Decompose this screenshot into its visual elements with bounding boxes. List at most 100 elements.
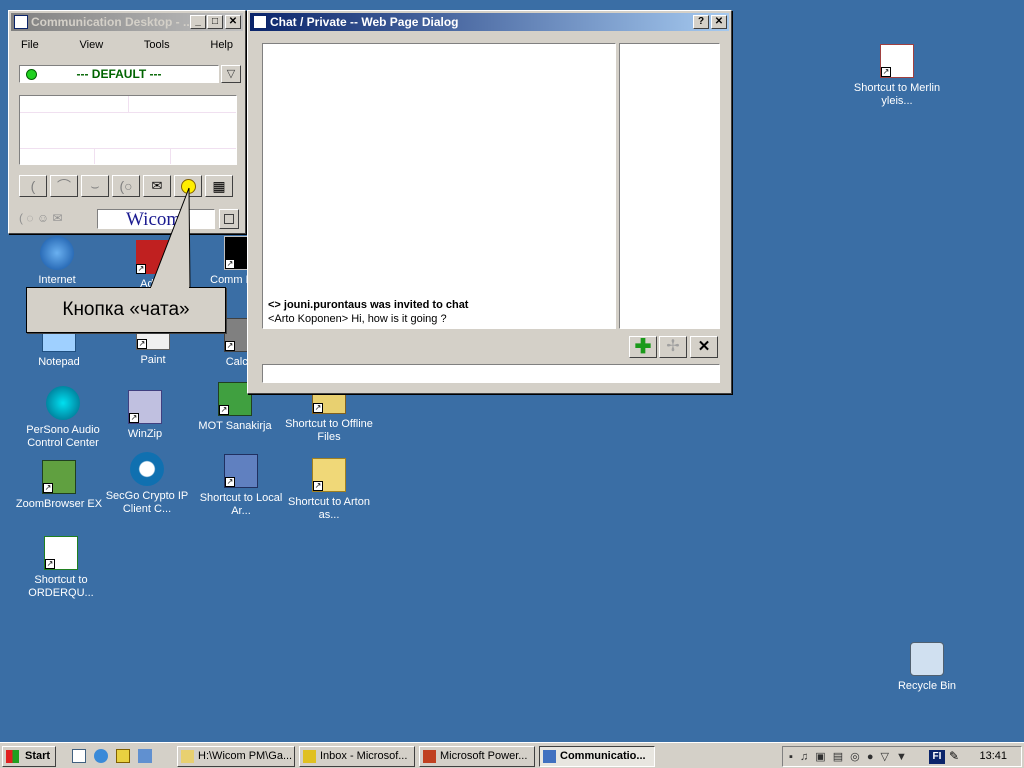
desktop-icon-arton[interactable]: ↗ Shortcut to Arton as... [284, 458, 374, 522]
taskbar-app-icon [303, 750, 316, 763]
desktop-icon-zoombrowser[interactable]: ↗ ZoomBrowser EX [14, 460, 104, 511]
desktop-icon-secgo[interactable]: SecGo Crypto IP Client C... [102, 452, 192, 516]
remove-participant-button[interactable]: ✢ [659, 336, 687, 358]
call-button[interactable]: ( [19, 175, 47, 197]
profile-dropdown-button[interactable]: ▽ [221, 65, 241, 83]
shortcut-arrow-icon: ↗ [225, 341, 235, 351]
transfer-icon: (○ [119, 178, 133, 194]
callout-text: Кнопка «чата» [62, 299, 190, 320]
chat-message: <Arto Koponen> Hi, how is it going ? [268, 312, 611, 326]
profile-select[interactable]: --- DEFAULT --- [19, 65, 219, 83]
participants-list[interactable] [619, 43, 720, 329]
taskbar-item[interactable]: H:\Wicom PM\Ga... [177, 746, 295, 767]
start-button[interactable]: Start [2, 746, 56, 767]
smiley-chat-icon [180, 179, 196, 194]
contact-list[interactable] [19, 95, 237, 165]
shortcut-arrow-icon: ↗ [136, 264, 146, 274]
chat-message-text: jouni.purontaus was invited to chat [283, 299, 469, 311]
taskbar-app-icon [181, 750, 194, 763]
status-icons: ( ◌ ☺ ✉ [19, 209, 95, 227]
outlook-launch-icon[interactable] [116, 749, 130, 763]
tray-icons: ▪ ♫ ▣ ▤ ◎ ● ▽ ▼ [789, 751, 909, 763]
taskbar-item[interactable]: Inbox - Microsof... [299, 746, 415, 767]
taskbar-item-label: Inbox - Microsof... [320, 750, 408, 762]
chat-button[interactable] [174, 175, 202, 197]
chat-message-text: Hi, how is it going ? [351, 313, 447, 325]
show-desktop-icon[interactable] [72, 749, 86, 763]
taskbar: Start H:\Wicom PM\Ga... Inbox - Microsof.… [0, 742, 1024, 768]
phone-icon: ( [30, 178, 36, 194]
taskbar-item[interactable]: Microsoft Power... [419, 746, 535, 767]
help-button[interactable]: ? [693, 15, 709, 29]
answer-button[interactable]: ⌒ [50, 175, 78, 197]
desktop-icon-orderqu[interactable]: ↗ Shortcut to ORDERQU... [16, 536, 106, 600]
shortcut-arrow-icon: ↗ [43, 483, 53, 493]
shortcut-arrow-icon: ↗ [219, 405, 229, 415]
chat-dialog: Chat / Private -- Web Page Dialog ? ✕ <>… [247, 10, 732, 394]
chat-titlebar[interactable]: Chat / Private -- Web Page Dialog ? ✕ [250, 13, 729, 31]
desktop-icon-merlin[interactable]: ↗ Shortcut to Merlin yleis... [852, 44, 942, 108]
desktop-icon-label: Shortcut to Arton as... [288, 496, 370, 521]
desktop-icon-label: Internet [38, 274, 76, 286]
resize-button[interactable] [219, 209, 239, 229]
desktop-icon-recycle[interactable]: Recycle Bin [882, 642, 972, 693]
chat-message: <> jouni.purontaus was invited to chat [268, 298, 611, 312]
grid-line [20, 112, 236, 113]
shortcut-arrow-icon: ↗ [137, 339, 147, 349]
desktop-icon-label: WinZip [127, 428, 163, 440]
chat-input[interactable] [262, 364, 720, 383]
add-participant-button[interactable]: ✚ [629, 336, 657, 358]
transfer-button[interactable]: (○ [112, 175, 140, 197]
explorer-launch-icon[interactable] [138, 749, 152, 763]
chat-message-prefix: <Arto Koponen> [268, 313, 352, 325]
recycle-icon [910, 642, 944, 676]
desktop-icon-label: Paint [140, 354, 166, 366]
taskbar-app-icon [423, 750, 436, 763]
plus-icon: ✚ [634, 336, 652, 358]
taskbar-item[interactable]: Communicatio... [539, 746, 655, 767]
chat-dialog-title: Chat / Private -- Web Page Dialog [270, 15, 459, 29]
desktop-icon-adobe[interactable]: ↗ Adob [108, 240, 198, 291]
persono-icon [46, 386, 80, 420]
brand-panel: Wicom [97, 209, 215, 229]
comm-menubar: File View Tools Help [13, 35, 241, 55]
menu-file[interactable]: File [21, 39, 39, 51]
shortcut-arrow-icon: ↗ [881, 67, 891, 77]
desktop-icon-winzip[interactable]: ↗ WinZip [100, 390, 190, 441]
adobe-icon: ↗ [136, 240, 170, 274]
phone-status-icon: ( [19, 211, 23, 225]
ie-launch-icon[interactable] [94, 749, 108, 763]
grid-line [170, 148, 171, 164]
menu-tools[interactable]: Tools [144, 39, 170, 51]
taskbar-item-label: Microsoft Power... [440, 750, 528, 762]
app-icon [14, 15, 28, 29]
desktop-icon-internet[interactable]: Internet [12, 236, 102, 287]
minimize-button[interactable]: _ [190, 15, 206, 29]
desktop-icon-localar[interactable]: ↗ Shortcut to Local Ar... [196, 454, 286, 518]
email-button[interactable]: ✉ [143, 175, 171, 197]
clock[interactable]: 13:41 [979, 750, 1007, 762]
chat-lines: <> jouni.purontaus was invited to chat <A… [268, 298, 611, 326]
communication-desktop-window: Communication Desktop - ... _ □ ✕ File V… [8, 10, 246, 234]
maximize-button[interactable]: □ [207, 15, 223, 29]
chat-messages[interactable]: <> jouni.purontaus was invited to chat <A… [262, 43, 616, 329]
dialpad-button[interactable]: ▦ [205, 175, 233, 197]
hangup-button[interactable]: ⌣ [81, 175, 109, 197]
desktop-icon-label: Recycle Bin [897, 680, 957, 692]
menu-view[interactable]: View [80, 39, 104, 51]
comm-titlebar[interactable]: Communication Desktop - ... _ □ ✕ [11, 13, 243, 31]
end-chat-button[interactable]: ✕ [690, 336, 718, 358]
remove-person-icon: ✢ [666, 338, 680, 355]
start-label: Start [25, 750, 51, 762]
system-tray: ▪ ♫ ▣ ▤ ◎ ● ▽ ▼ FI ✎ 13:41 [782, 746, 1022, 767]
desktop-icon-label: Notepad [38, 356, 80, 368]
windows-logo-icon [6, 750, 19, 763]
shortcut-arrow-icon: ↗ [313, 481, 323, 491]
menu-help[interactable]: Help [210, 39, 233, 51]
dialog-close-button[interactable]: ✕ [711, 15, 727, 29]
close-button[interactable]: ✕ [225, 15, 241, 29]
ie-page-icon [253, 15, 267, 29]
desktop-icon-persono[interactable]: PerSono Audio Control Center [18, 386, 108, 450]
grid-line [20, 148, 236, 149]
language-indicator[interactable]: FI [929, 750, 945, 764]
